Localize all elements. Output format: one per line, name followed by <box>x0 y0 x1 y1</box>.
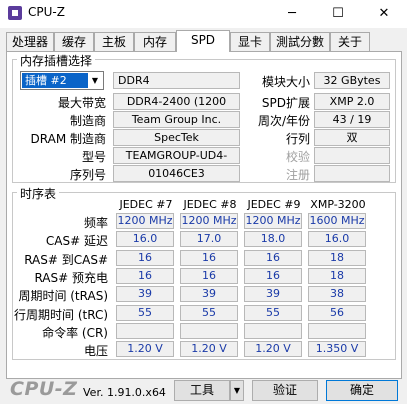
title-bar: CPU-Z ─ ☐ ✕ <box>0 0 407 28</box>
ranks-label: 行列 <box>285 132 310 146</box>
ddr-type-field: DDR4 <box>113 72 240 89</box>
column-header-jedec7: JEDEC #7 <box>119 198 173 211</box>
timing-value-cell: 16.0 <box>308 231 366 247</box>
timing-row-label: RAS# 预充电 <box>34 271 108 285</box>
spd-ext-label: SPD扩展 <box>261 96 310 110</box>
timing-value-cell: 16 <box>244 250 302 266</box>
part-number-label: 型号 <box>81 150 106 164</box>
timing-value-cell: 18.0 <box>244 231 302 247</box>
serial-number-field: 01046CE3 <box>113 165 240 182</box>
cpuz-logo: CPU-Z <box>10 378 78 400</box>
timing-value-cell: 55 <box>244 305 302 321</box>
correction-label: 校验 <box>285 150 310 164</box>
timing-value-cell: 1.350 V <box>308 341 366 357</box>
timing-value-cell: 56 <box>308 305 366 321</box>
cpuz-app-icon <box>8 6 22 20</box>
timing-row-label: RAS# 到CAS# <box>24 253 108 267</box>
module-size-field: 32 GBytes <box>314 72 390 89</box>
timing-value-cell: 38 <box>308 286 366 302</box>
slot-select-value: 插槽 #2 <box>22 73 88 88</box>
timing-value-cell: 55 <box>116 305 174 321</box>
tools-dropdown-arrow-icon[interactable]: ▼ <box>230 380 244 401</box>
timing-value-cell: 17.0 <box>180 231 238 247</box>
timing-value-cell: 16 <box>180 268 238 284</box>
timing-value-cell: 39 <box>244 286 302 302</box>
timing-row-label: 行周期时间 (tRC) <box>14 308 109 322</box>
timing-value-cell: 1.20 V <box>244 341 302 357</box>
week-year-field: 43 / 19 <box>314 111 390 128</box>
timing-value-cell: 1200 MHz <box>116 213 174 229</box>
tab-about[interactable]: 关于 <box>330 32 370 51</box>
timing-value-cell <box>116 323 174 339</box>
tab-cache[interactable]: 缓存 <box>54 32 94 51</box>
tab-graphics[interactable]: 显卡 <box>230 32 270 51</box>
ok-button[interactable]: 确定 <box>326 380 398 401</box>
correction-field <box>314 147 390 164</box>
close-button[interactable]: ✕ <box>361 0 407 28</box>
tab-processor[interactable]: 处理器 <box>6 32 54 51</box>
timing-value-cell: 18 <box>308 268 366 284</box>
version-label: Ver. 1.91.0.x64 <box>83 386 166 399</box>
ranks-field: 双 <box>314 129 390 146</box>
tab-mainboard[interactable]: 主板 <box>94 32 134 51</box>
timings-group-title: 时序表 <box>17 185 60 202</box>
manufacturer-label: 制造商 <box>69 114 106 128</box>
timing-value-cell: 55 <box>180 305 238 321</box>
timing-value-cell: 16 <box>244 268 302 284</box>
timing-value-cell: 1600 MHz <box>308 213 366 229</box>
tab-memory[interactable]: 内存 <box>134 32 176 51</box>
timing-value-cell: 1.20 V <box>116 341 174 357</box>
timing-value-cell <box>180 323 238 339</box>
tab-spd[interactable]: SPD <box>176 30 230 52</box>
registered-field <box>314 165 390 182</box>
timing-value-cell: 16.0 <box>116 231 174 247</box>
dram-manufacturer-field: SpecTek Incorporated <box>113 129 240 159</box>
timing-value-cell <box>308 323 366 339</box>
module-size-label: 模块大小 <box>261 75 310 89</box>
timing-row-label: 频率 <box>83 216 108 230</box>
timing-value-cell: 39 <box>180 286 238 302</box>
spd-ext-field: XMP 2.0 <box>314 93 390 110</box>
timing-row-label: 电压 <box>83 344 108 358</box>
minimize-button[interactable]: ─ <box>269 0 315 28</box>
timing-value-cell: 16 <box>116 250 174 266</box>
chevron-down-icon[interactable]: ▼ <box>88 73 102 88</box>
timing-value-cell: 39 <box>116 286 174 302</box>
validate-button[interactable]: 验证 <box>252 380 318 401</box>
timing-value-cell: 16 <box>116 268 174 284</box>
timing-value-cell <box>244 323 302 339</box>
registered-label: 注册 <box>285 168 310 182</box>
serial-number-label: 序列号 <box>69 168 106 182</box>
memory-slot-group-title: 内存插槽选择 <box>17 52 96 69</box>
column-header-jedec8: JEDEC #8 <box>183 198 237 211</box>
week-year-label: 周次/年份 <box>257 114 310 128</box>
timing-value-cell: 16 <box>180 250 238 266</box>
tools-button[interactable]: 工具 <box>174 380 230 401</box>
timing-value-cell: 1200 MHz <box>180 213 238 229</box>
max-bandwidth-label: 最大带宽 <box>57 96 106 110</box>
dram-manufacturer-label: DRAM 制造商 <box>30 132 106 146</box>
tab-bench[interactable]: 測試分數 <box>270 32 330 51</box>
tab-bar: 处理器 缓存 主板 内存 SPD 显卡 測試分數 关于 <box>6 30 402 52</box>
column-header-xmp3200: XMP-3200 <box>310 198 366 211</box>
timing-row-label: 周期时间 (tRAS) <box>18 289 108 303</box>
max-bandwidth-field: DDR4-2400 (1200 MHz) <box>113 93 240 123</box>
maximize-button[interactable]: ☐ <box>315 0 361 28</box>
timing-row-label: CAS# 延迟 <box>45 234 108 248</box>
column-header-jedec9: JEDEC #9 <box>247 198 301 211</box>
slot-select[interactable]: 插槽 #2 ▼ <box>20 71 104 90</box>
manufacturer-field: Team Group Inc. <box>113 111 240 128</box>
part-number-field: TEAMGROUP-UD4-3200 <box>113 147 240 177</box>
timing-value-cell: 18 <box>308 250 366 266</box>
timing-value-cell: 1.20 V <box>180 341 238 357</box>
timing-row-label: 命令率 (CR) <box>42 326 108 340</box>
timing-value-cell: 1200 MHz <box>244 213 302 229</box>
window-title: CPU-Z <box>28 5 65 19</box>
